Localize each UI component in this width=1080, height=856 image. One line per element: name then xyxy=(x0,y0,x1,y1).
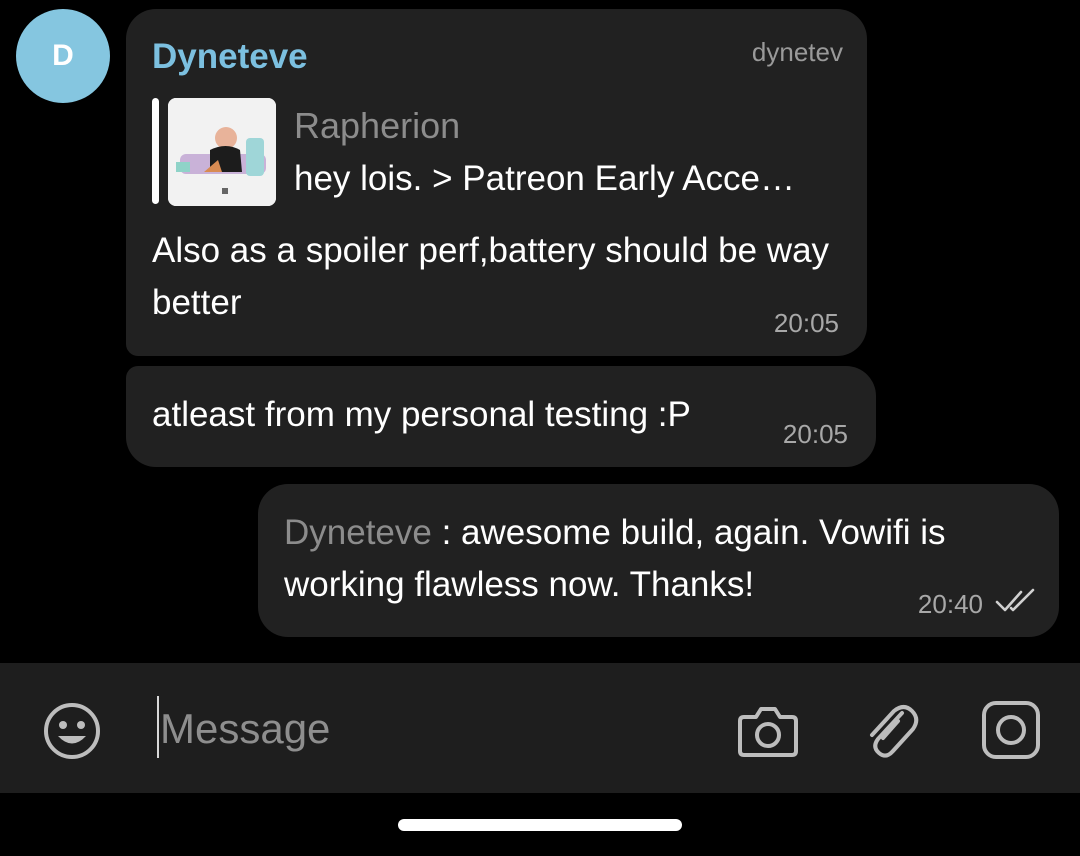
message-bubble-incoming[interactable]: Dyneteve dynetev Rapherion hey lois. > P… xyxy=(126,9,867,356)
double-check-icon xyxy=(995,588,1035,612)
emoji-icon[interactable] xyxy=(42,701,102,761)
message-composer xyxy=(0,663,1080,793)
sender-tag: dynetev xyxy=(751,37,843,67)
reply-thumbnail[interactable] xyxy=(168,98,276,206)
reply-accent-bar xyxy=(152,98,159,204)
message-time: 20:05 xyxy=(773,308,839,338)
text-cursor xyxy=(157,696,159,758)
message-time: 20:05 xyxy=(782,419,848,449)
quoted-name: Dyneteve xyxy=(284,513,432,552)
paperclip-icon[interactable] xyxy=(862,699,920,761)
sender-name[interactable]: Dyneteve xyxy=(152,37,308,77)
message-input[interactable] xyxy=(160,701,680,757)
reply-preview-text: hey lois. > Patreon Early Acce… xyxy=(294,159,795,198)
message-text: atleast from my personal testing :P xyxy=(152,395,691,434)
message-bubble-incoming[interactable]: atleast from my personal testing :P 20:0… xyxy=(126,366,876,467)
instagram-icon[interactable] xyxy=(980,699,1042,761)
reply-sender-name: Rapherion xyxy=(294,105,461,146)
message-time: 20:40 xyxy=(917,589,983,619)
avatar-letter: D xyxy=(52,39,74,72)
home-indicator[interactable] xyxy=(398,819,682,831)
message-bubble-outgoing[interactable]: Dyneteve : awesome build, again. Vowifi … xyxy=(258,484,1059,637)
camera-icon[interactable] xyxy=(736,701,800,761)
sender-avatar[interactable]: D xyxy=(16,9,110,103)
message-text: Also as a spoiler perf,battery should be… xyxy=(152,231,830,322)
